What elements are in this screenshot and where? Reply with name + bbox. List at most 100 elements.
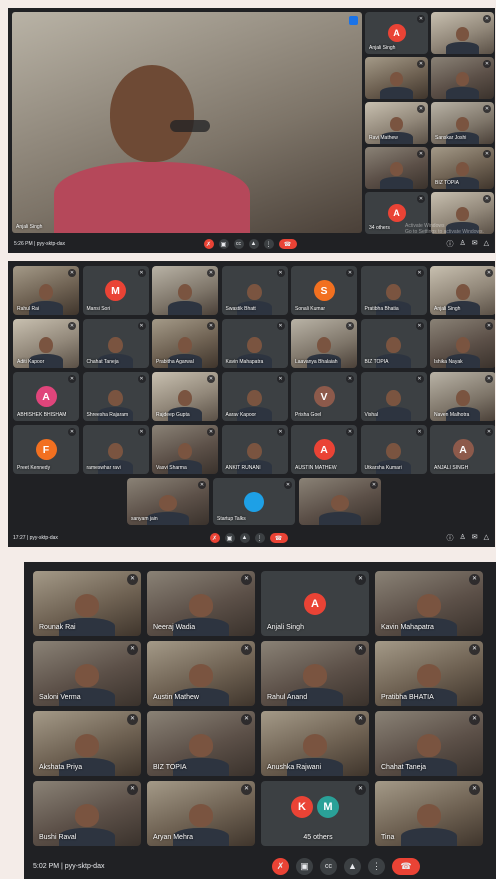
participant-name: Rounak Rai bbox=[39, 624, 76, 631]
mic-off-icon: ✕ bbox=[483, 60, 491, 68]
people-icon[interactable]: ♙ bbox=[459, 239, 465, 249]
participant-tile[interactable]: A ✕ Anjali Singh bbox=[261, 571, 369, 636]
participant-tile[interactable]: ✕ Bushi Raval bbox=[33, 781, 141, 846]
participant-tile[interactable]: A ✕ ABHISHEK BHISHAM bbox=[13, 372, 79, 421]
participant-tile[interactable]: ✕ Kavin Mahapatra bbox=[221, 319, 288, 368]
present-icon[interactable]: ▲ bbox=[248, 239, 259, 249]
participant-tile[interactable]: ✕ Rahul Anand bbox=[261, 641, 369, 706]
participant-tile[interactable]: S ✕ Sonali Kumar bbox=[291, 266, 357, 315]
camera-icon[interactable]: ▣ bbox=[224, 533, 235, 543]
participant-name: Ravi Mathew bbox=[369, 135, 398, 141]
info-icon[interactable]: ⓘ bbox=[446, 239, 453, 249]
participant-tile[interactable]: ✕ Sanskar Joshi bbox=[431, 102, 494, 144]
camera-icon[interactable]: ▣ bbox=[296, 857, 313, 875]
participant-tile[interactable]: ✕ Kavin Mahapatra bbox=[375, 571, 483, 636]
participant-name: Kavin Mahapatra bbox=[225, 359, 264, 365]
participant-tile[interactable]: ✕ BIZ TOPIA bbox=[360, 319, 427, 368]
participant-tile[interactable]: ✕ Utkarsha Kumari bbox=[360, 425, 427, 474]
participant-tile[interactable]: ✕ Aryan Mehra bbox=[147, 781, 255, 846]
participant-tile[interactable]: ✕ bbox=[365, 57, 428, 99]
participant-tile[interactable]: ✕ bbox=[299, 478, 381, 525]
person-head bbox=[303, 664, 327, 687]
end-call-icon[interactable]: ☎ bbox=[392, 857, 420, 875]
more-icon[interactable]: ⋮ bbox=[263, 239, 274, 249]
mic-off-icon: ✕ bbox=[485, 428, 493, 436]
info-icon[interactable]: ⓘ bbox=[446, 533, 453, 543]
participant-name: Laavanya Bhalaiah bbox=[295, 359, 338, 365]
cc-icon[interactable]: cc bbox=[233, 239, 244, 249]
participant-tile[interactable]: ✕ Aditi Kapoor bbox=[13, 319, 79, 368]
participant-tile[interactable]: ✕ BIZ TOPIA bbox=[147, 711, 255, 776]
end-call-icon[interactable]: ☎ bbox=[278, 239, 297, 249]
participant-tile[interactable]: ✕ Rajdeep Gupta bbox=[152, 372, 218, 421]
more-icon[interactable]: ⋮ bbox=[368, 857, 385, 875]
participant-tile[interactable]: ✕ Chahat Taneja bbox=[82, 319, 149, 368]
participant-tile[interactable]: ✕ Anushka Rajwani bbox=[261, 711, 369, 776]
participant-tile[interactable]: ✕ Neeraj Wadia bbox=[147, 571, 255, 636]
participant-tile[interactable]: M ✕ Mansi Sori bbox=[82, 266, 149, 315]
more-icon[interactable]: ⋮ bbox=[254, 533, 265, 543]
participant-tile[interactable]: ✕ Pratibha Bhatia bbox=[360, 266, 427, 315]
participant-name: Neeraj Wadia bbox=[153, 624, 196, 631]
participant-tile[interactable]: A ✕ ANJALI SINGH bbox=[430, 425, 495, 474]
activities-icon[interactable]: △ bbox=[484, 533, 489, 543]
person-torso bbox=[446, 87, 479, 99]
participant-tile[interactable]: ✕ Saloni Verma bbox=[33, 641, 141, 706]
participant-tile[interactable]: ✕ bbox=[152, 266, 218, 315]
chat-icon[interactable]: ✉ bbox=[472, 239, 478, 249]
mic-off-icon: ✕ bbox=[483, 15, 491, 23]
participant-tile[interactable]: ✕ Chahat Taneja bbox=[375, 711, 483, 776]
cc-icon[interactable]: cc bbox=[320, 857, 337, 875]
participant-tile[interactable]: ✕ Startup Talks bbox=[213, 478, 295, 525]
participant-tile[interactable]: ✕ rameswhar ravi bbox=[82, 425, 149, 474]
participant-tile[interactable]: ✕ Shreesha Rajaram bbox=[82, 372, 149, 421]
mic-off-icon[interactable]: ✗ bbox=[209, 533, 220, 543]
end-call-icon[interactable]: ☎ bbox=[269, 533, 288, 543]
camera-icon[interactable]: ▣ bbox=[218, 239, 229, 249]
participant-tile[interactable]: ✕ bbox=[431, 12, 494, 54]
participant-tile[interactable]: ✕ Rahul Rai bbox=[13, 266, 79, 315]
participant-name: 34 others bbox=[369, 225, 390, 231]
mic-off-icon[interactable]: ✗ bbox=[272, 857, 289, 875]
participant-tile[interactable]: ✕ bbox=[431, 57, 494, 99]
participant-tile[interactable]: ✕ BIZ TOPIA bbox=[431, 147, 494, 189]
speaker-mute-pill[interactable] bbox=[170, 120, 210, 132]
participant-tile[interactable]: ✕ Tina bbox=[375, 781, 483, 846]
participant-tile[interactable]: ✕ Anjali Singh bbox=[430, 266, 495, 315]
participant-tile[interactable]: ✕ Vasvi Sharma bbox=[152, 425, 218, 474]
participant-tile[interactable]: A ✕ Anjali Singh bbox=[365, 12, 428, 54]
participant-tile[interactable]: ✕ ANKIT RUNANI bbox=[221, 425, 288, 474]
participant-tile[interactable]: ✕ Ravi Mathew bbox=[365, 102, 428, 144]
pin-icon[interactable] bbox=[349, 16, 358, 25]
person-head bbox=[38, 283, 54, 301]
present-icon[interactable]: ▲ bbox=[239, 533, 250, 543]
participant-tile[interactable]: F ✕ Preet Kennedy bbox=[13, 425, 79, 474]
right-controls: ⓘ ♙ ✉ △ bbox=[446, 533, 489, 543]
participant-tile[interactable]: V ✕ Prisha Goel bbox=[291, 372, 357, 421]
chat-icon[interactable]: ✉ bbox=[472, 533, 478, 543]
main-speaker-tile[interactable]: Anjali Singh bbox=[12, 12, 362, 233]
participant-tile[interactable]: ✕ Prabitha Agarwal bbox=[152, 319, 218, 368]
participant-tile[interactable]: ✕ Aarav Kapoor bbox=[221, 372, 288, 421]
participant-tile[interactable]: ✕ Austin Mathew bbox=[147, 641, 255, 706]
present-icon[interactable]: ▲ bbox=[344, 857, 361, 875]
participant-tile[interactable]: ✕ Naven Malhotra bbox=[430, 372, 495, 421]
participant-name: BIZ TOPIA bbox=[364, 359, 389, 365]
participant-tile[interactable]: ✕ Swastik Bhatt bbox=[221, 266, 288, 315]
participant-tile[interactable]: ✕ Rounak Rai bbox=[33, 571, 141, 636]
participant-tile[interactable]: ✕ Pratibha BHATIA bbox=[375, 641, 483, 706]
participant-tile[interactable]: ✕ bbox=[365, 147, 428, 189]
participant-tile[interactable]: K M ✕ 45 others bbox=[261, 781, 369, 846]
participant-tile[interactable]: ✕ Ishika Nayak bbox=[430, 319, 495, 368]
people-icon[interactable]: ♙ bbox=[459, 533, 465, 543]
mic-off-icon[interactable]: ✗ bbox=[203, 239, 214, 249]
activities-icon[interactable]: △ bbox=[484, 239, 489, 249]
mic-off-icon: ✕ bbox=[137, 375, 146, 383]
participant-tile[interactable]: ✕ Vishal bbox=[360, 372, 427, 421]
participant-tile[interactable]: ✕ Akshata Priya bbox=[33, 711, 141, 776]
participant-tile[interactable]: ✕ Laavanya Bhalaiah bbox=[291, 319, 357, 368]
participant-tile[interactable]: ✕ sanyam jain bbox=[127, 478, 209, 525]
avatar bbox=[244, 491, 264, 512]
avatar: A bbox=[35, 386, 57, 407]
participant-tile[interactable]: A ✕ AUSTIN MATHEW bbox=[291, 425, 357, 474]
